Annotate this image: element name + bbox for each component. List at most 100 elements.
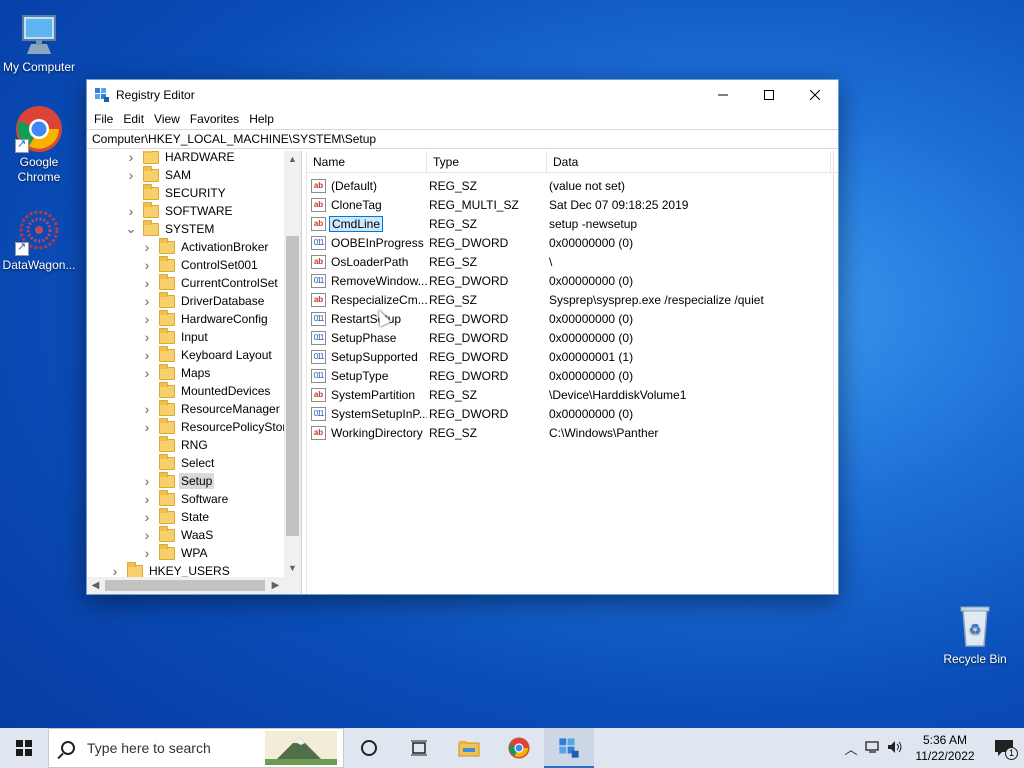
values-list-pane[interactable]: Name Type Data ab (Default) REG_SZ (value n… xyxy=(306,151,838,594)
desktop-icon-my-computer[interactable]: My Computer xyxy=(0,10,78,75)
tree-node[interactable]: › Keyboard Layout xyxy=(141,345,274,364)
chevron-right-icon[interactable]: › xyxy=(141,239,153,255)
network-icon[interactable] xyxy=(862,740,884,757)
chevron-right-icon[interactable]: › xyxy=(141,275,153,291)
desktop-icon-google-chrome[interactable]: Google Chrome xyxy=(0,105,78,185)
menu-help[interactable]: Help xyxy=(244,112,279,126)
menu-view[interactable]: View xyxy=(149,112,185,126)
tree-node[interactable]: › ActivationBroker xyxy=(141,237,270,256)
key-tree-pane[interactable]: › HARDWARE › SAM SECURITY › SOFTWARE ⌄ SYSTEM › Ac… xyxy=(87,151,302,594)
start-button[interactable] xyxy=(0,728,48,768)
show-hidden-icons-chevron-icon[interactable]: ︿ xyxy=(840,739,862,758)
chevron-right-icon[interactable]: › xyxy=(125,167,137,183)
table-row[interactable]: 011 OOBEInProgress REG_DWORD 0x00000000 (0) xyxy=(307,233,837,252)
taskbar-search-box[interactable]: Type here to search xyxy=(48,728,344,768)
chevron-right-icon[interactable]: › xyxy=(141,545,153,561)
chevron-right-icon[interactable]: › xyxy=(141,311,153,327)
tree-node[interactable]: › DriverDatabase xyxy=(141,291,266,310)
tree-node[interactable]: › SAM xyxy=(125,165,193,184)
tree-node[interactable]: RNG xyxy=(141,435,210,454)
chevron-right-icon[interactable]: › xyxy=(141,419,153,435)
table-row[interactable]: ab CloneTag REG_MULTI_SZ Sat Dec 07 09:18:2… xyxy=(307,195,837,214)
chevron-right-icon[interactable]: › xyxy=(125,203,137,219)
maximize-icon xyxy=(764,89,774,100)
table-row[interactable]: ab CmdLine REG_SZ setup -newsetup xyxy=(307,214,837,233)
tree-node[interactable]: Select xyxy=(141,453,216,472)
table-row[interactable]: 011 SetupSupported REG_DWORD 0x00000001 (1) xyxy=(307,347,837,366)
scroll-up-arrow-icon[interactable]: ▲ xyxy=(284,151,301,168)
tree-node[interactable]: › HardwareConfig xyxy=(141,309,270,328)
chevron-right-icon[interactable]: › xyxy=(141,293,153,309)
tree-node[interactable]: › HARDWARE xyxy=(125,151,237,166)
maximize-button[interactable] xyxy=(746,80,792,109)
desktop-icon-datawagon[interactable]: DataWagon... xyxy=(0,208,78,273)
tree-node[interactable]: › SOFTWARE xyxy=(125,201,235,220)
file-explorer-button[interactable] xyxy=(444,728,494,768)
tree-horizontal-scrollbar[interactable]: ◀ ▶ xyxy=(87,577,301,594)
menu-file[interactable]: File xyxy=(89,112,118,126)
chevron-right-icon[interactable]: › xyxy=(141,509,153,525)
column-header-name[interactable]: Name xyxy=(307,151,427,172)
tree-node[interactable]: › State xyxy=(141,507,211,526)
table-row[interactable]: 011 RemoveWindow... REG_DWORD 0x00000000 (0… xyxy=(307,271,837,290)
chevron-right-icon[interactable]: › xyxy=(141,365,153,381)
table-row[interactable]: ab (Default) REG_SZ (value not set) xyxy=(307,176,837,195)
binary-value-icon: 011 xyxy=(311,235,326,250)
tree-node[interactable]: › Maps xyxy=(141,363,212,382)
close-button[interactable] xyxy=(792,80,838,109)
chrome-taskbar-button[interactable] xyxy=(494,728,544,768)
widgets-button[interactable] xyxy=(394,728,444,768)
tree-node[interactable]: › Setup xyxy=(141,471,215,490)
scroll-right-arrow-icon[interactable]: ▶ xyxy=(267,577,284,594)
tree-vertical-scroll-thumb[interactable] xyxy=(286,236,299,536)
tree-node-label: Software xyxy=(181,492,229,506)
table-row[interactable]: ab WorkingDirectory REG_SZ C:\Windows\Panth… xyxy=(307,423,837,442)
clock[interactable]: 5:36 AM 11/22/2022 xyxy=(906,732,984,764)
chevron-right-icon[interactable]: › xyxy=(141,473,153,489)
chevron-right-icon[interactable]: › xyxy=(141,491,153,507)
tree-node[interactable]: › ResourcePolicyStore xyxy=(141,417,284,436)
table-row[interactable]: ab OsLoaderPath REG_SZ \ xyxy=(307,252,837,271)
chevron-right-icon[interactable]: › xyxy=(109,563,121,577)
table-row[interactable]: 011 SetupPhase REG_DWORD 0x00000000 (0) xyxy=(307,328,837,347)
table-row[interactable]: ab SystemPartition REG_SZ \Device\HarddiskV… xyxy=(307,385,837,404)
column-header-type[interactable]: Type xyxy=(427,151,547,172)
title-bar[interactable]: Registry Editor xyxy=(87,80,838,109)
scroll-down-arrow-icon[interactable]: ▼ xyxy=(284,560,301,577)
tree-node[interactable]: › Input xyxy=(141,327,210,346)
volume-icon[interactable] xyxy=(884,740,906,757)
registry-editor-window[interactable]: Registry Editor File Edit View Favorites… xyxy=(86,79,839,595)
tree-node[interactable]: › Software xyxy=(141,489,230,508)
table-row[interactable]: ab RespecializeCm... REG_SZ Sysprep\sysprep… xyxy=(307,290,837,309)
chevron-down-icon[interactable]: ⌄ xyxy=(125,221,137,237)
address-bar[interactable]: Computer\HKEY_LOCAL_MACHINE\SYSTEM\Setup xyxy=(87,129,838,149)
table-row[interactable]: 011 SetupType REG_DWORD 0x00000000 (0) xyxy=(307,366,837,385)
column-header-data[interactable]: Data xyxy=(547,151,831,172)
chevron-right-icon[interactable]: › xyxy=(141,527,153,543)
menu-edit[interactable]: Edit xyxy=(118,112,149,126)
action-center-button[interactable]: 1 xyxy=(984,728,1024,768)
minimize-button[interactable] xyxy=(700,80,746,109)
chevron-right-icon[interactable]: › xyxy=(125,151,137,165)
tree-node[interactable]: › WPA xyxy=(141,543,209,562)
chevron-right-icon[interactable]: › xyxy=(141,257,153,273)
tree-node[interactable]: SECURITY xyxy=(125,183,228,202)
chevron-right-icon[interactable]: › xyxy=(141,329,153,345)
table-row[interactable]: 011 SystemSetupInP... REG_DWORD 0x00000000 … xyxy=(307,404,837,423)
tree-node[interactable]: › ResourceManager xyxy=(141,399,282,418)
menu-favorites[interactable]: Favorites xyxy=(185,112,244,126)
scroll-left-arrow-icon[interactable]: ◀ xyxy=(87,577,104,594)
chevron-right-icon[interactable]: › xyxy=(141,401,153,417)
tree-horizontal-scroll-thumb[interactable] xyxy=(105,580,265,591)
task-view-button[interactable] xyxy=(344,728,394,768)
tree-node[interactable]: › ControlSet001 xyxy=(141,255,260,274)
registry-editor-taskbar-button[interactable] xyxy=(544,728,594,768)
desktop-icon-recycle-bin[interactable]: ♻ Recycle Bin xyxy=(936,602,1014,667)
tree-node[interactable]: › WaaS xyxy=(141,525,215,544)
chevron-right-icon[interactable]: › xyxy=(141,347,153,363)
tree-node[interactable]: › CurrentControlSet xyxy=(141,273,280,292)
tree-node[interactable]: › HKEY_USERS xyxy=(109,561,232,577)
tree-vertical-scrollbar[interactable]: ▲ ▼ xyxy=(284,151,301,577)
tree-node[interactable]: ⌄ SYSTEM xyxy=(125,219,216,238)
tree-node[interactable]: MountedDevices xyxy=(141,381,272,400)
